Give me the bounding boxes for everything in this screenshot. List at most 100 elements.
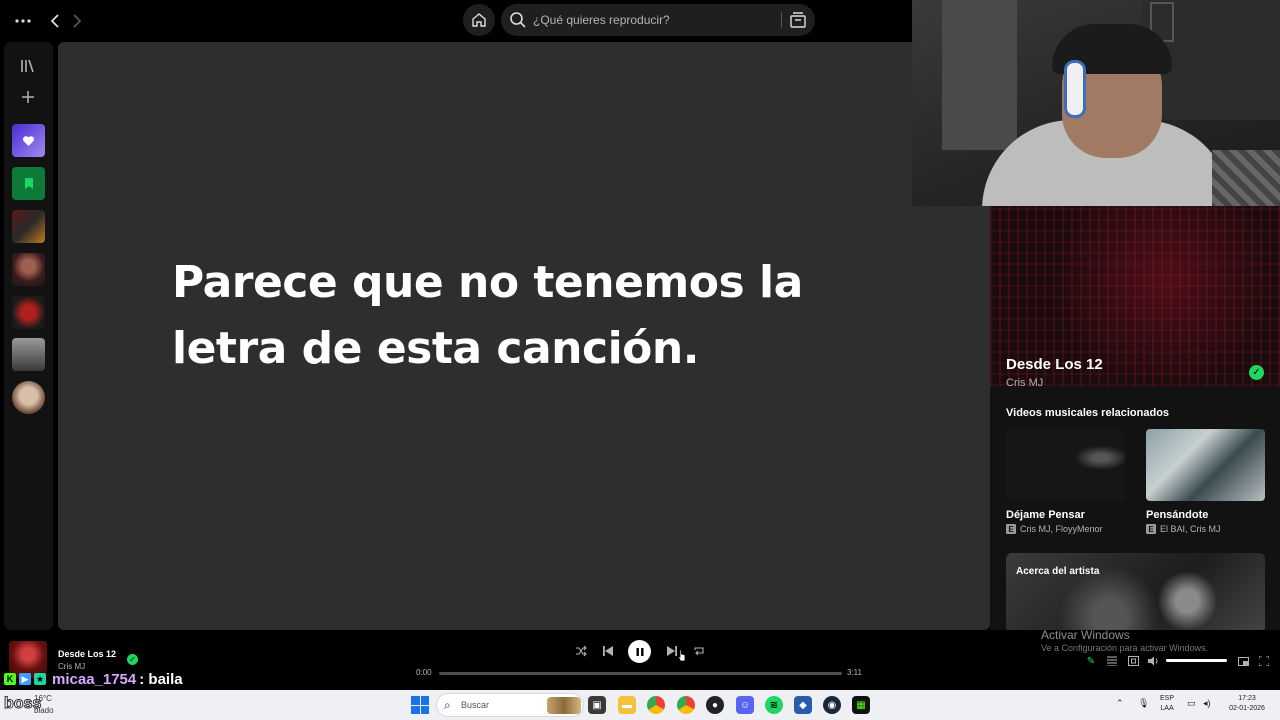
browse-icon[interactable]: [789, 11, 807, 29]
back-icon[interactable]: [44, 10, 66, 32]
connect-device-icon[interactable]: [1126, 654, 1140, 668]
windows-logo-tile: [420, 705, 429, 714]
volume-icon[interactable]: [1147, 654, 1161, 668]
related-video-card[interactable]: Pensándote E El BAI, Cris MJ: [1146, 429, 1266, 534]
language-code: ESP: [1160, 695, 1175, 702]
stream-overlay-text: boss: [3, 695, 42, 713]
video-thumbnail[interactable]: [1006, 429, 1125, 501]
pause-icon: [636, 647, 643, 656]
about-artist-label: Acerca del artista: [1016, 566, 1100, 577]
playlist-cover-1[interactable]: [12, 210, 45, 243]
search-divider: [781, 12, 782, 28]
speaker-icon[interactable]: ◂): [1203, 698, 1211, 709]
previous-icon[interactable]: [600, 643, 616, 659]
taskbar-search[interactable]: ⌕ Buscar: [436, 693, 584, 717]
panel-track-title[interactable]: Desde Los 12: [1006, 356, 1103, 373]
steam-icon[interactable]: ◉: [823, 696, 841, 714]
search-input[interactable]: ¿Qué quieres reproducir?: [501, 4, 815, 36]
related-video-card[interactable]: Déjame Pensar E Cris MJ, FloyyMenor: [1006, 429, 1126, 534]
shuffle-icon[interactable]: [573, 643, 589, 659]
repeat-icon[interactable]: [691, 643, 707, 659]
queue-icon[interactable]: [1105, 654, 1119, 668]
about-artist-card[interactable]: Acerca del artista: [1006, 553, 1265, 630]
progress-bar[interactable]: [439, 672, 842, 675]
chrome-profile-icon[interactable]: [677, 696, 695, 714]
video-artists: E Cris MJ, FloyyMenor: [1006, 524, 1126, 534]
taskbar-search-label: Buscar: [461, 700, 490, 710]
search-highlight-image: [547, 697, 581, 714]
playlist-cover-3[interactable]: [12, 296, 45, 329]
stream-chat-message: K ▶ ★ micaa_1754 : baila: [4, 670, 183, 688]
video-artist-names[interactable]: El BAI, Cris MJ: [1160, 524, 1221, 534]
file-explorer-icon[interactable]: ▬: [618, 696, 636, 714]
panel-track-artist[interactable]: Cris MJ: [1006, 377, 1043, 389]
player-bar: Desde Los 12 Cris MJ ✓ 0:00 3:11 Activar…: [0, 628, 1280, 690]
webcam-door: [942, 0, 1017, 150]
explicit-badge: E: [1006, 524, 1016, 534]
pencil-icon[interactable]: ✎: [1084, 654, 1098, 668]
plus-icon[interactable]: [16, 85, 40, 109]
clock-time: 17:23: [1238, 695, 1256, 702]
forward-icon[interactable]: [66, 10, 88, 32]
search-icon: ⌕: [444, 698, 451, 712]
duration-time: 3:11: [847, 668, 862, 677]
now-playing-panel: Desde Los 12 Cris MJ ✓ Videos musicales …: [990, 206, 1280, 630]
lyrics-pane: Parece que no tenemos la letra de esta c…: [58, 42, 990, 630]
playlist-cover-2[interactable]: [12, 253, 45, 286]
chat-text: : baila: [139, 670, 183, 688]
saved-episodes-icon[interactable]: [12, 167, 45, 200]
start-button[interactable]: [411, 696, 429, 714]
network-icon[interactable]: ▭: [1187, 698, 1196, 709]
vpn-icon[interactable]: ◆: [794, 696, 812, 714]
now-playing-title[interactable]: Desde Los 12: [58, 649, 116, 659]
miniplayer-icon[interactable]: [1236, 654, 1250, 668]
tray-overflow-icon[interactable]: ⌃: [1116, 698, 1124, 709]
windows-logo-tile: [420, 696, 429, 705]
system-clock[interactable]: 17:23 02-01-2026: [1224, 694, 1270, 714]
pause-button[interactable]: [628, 640, 651, 663]
mouse-cursor-icon: [676, 648, 686, 662]
saved-check-icon[interactable]: ✓: [1249, 365, 1264, 380]
kick-badge-icon: K: [4, 673, 16, 685]
playlist-cover-4[interactable]: [12, 338, 45, 371]
video-thumbnail[interactable]: [1146, 429, 1265, 501]
windows-activation-subtitle: Ve a Configuración para activar Windows.: [1041, 643, 1209, 653]
search-icon: [510, 12, 526, 28]
windows-taskbar: 16°C blado boss ⌕ Buscar ▣ ▬ ● ☺ ≋ ◆ ◉ ▦…: [0, 690, 1280, 720]
chat-username: micaa_1754: [52, 670, 137, 688]
streaming-app-icon[interactable]: ▦: [852, 696, 870, 714]
obs-icon[interactable]: ●: [706, 696, 724, 714]
library-sidebar: [4, 42, 53, 630]
home-icon: [472, 13, 486, 27]
chrome-icon[interactable]: [647, 696, 665, 714]
webcam-overlay: [912, 0, 1280, 206]
spotify-icon[interactable]: ≋: [765, 696, 783, 714]
webcam-blanket: [1212, 150, 1280, 206]
video-artists: E El BAI, Cris MJ: [1146, 524, 1266, 534]
elapsed-time: 0:00: [416, 668, 432, 677]
video-title[interactable]: Déjame Pensar: [1006, 509, 1126, 521]
video-artist-names[interactable]: Cris MJ, FloyyMenor: [1020, 524, 1103, 534]
video-title[interactable]: Pensándote: [1146, 509, 1266, 521]
windows-logo-tile: [411, 696, 420, 705]
volume-slider[interactable]: [1166, 659, 1227, 662]
search-placeholder: ¿Qué quieres reproducir?: [533, 13, 670, 27]
microphone-icon[interactable]: 🎙: [1138, 698, 1149, 709]
fullscreen-icon[interactable]: [1257, 654, 1271, 668]
gift-badge-icon: ★: [34, 673, 46, 685]
sub-badge-icon: ▶: [19, 673, 31, 685]
clock-date: 02-01-2026: [1229, 705, 1265, 712]
input-language[interactable]: ESP LAA: [1160, 694, 1174, 714]
home-button[interactable]: [463, 4, 495, 36]
headphones-icon: [1064, 60, 1086, 118]
saved-check-icon[interactable]: ✓: [127, 654, 138, 665]
volume-fill: [1166, 659, 1227, 662]
discord-icon[interactable]: ☺: [736, 696, 754, 714]
more-icon[interactable]: [12, 10, 34, 32]
windows-activation-title: Activar Windows: [1041, 628, 1130, 642]
artist-avatar[interactable]: [12, 381, 45, 414]
library-icon[interactable]: [16, 54, 40, 78]
explicit-badge: E: [1146, 524, 1156, 534]
task-view-icon[interactable]: ▣: [588, 696, 606, 714]
liked-songs-icon[interactable]: [12, 124, 45, 157]
